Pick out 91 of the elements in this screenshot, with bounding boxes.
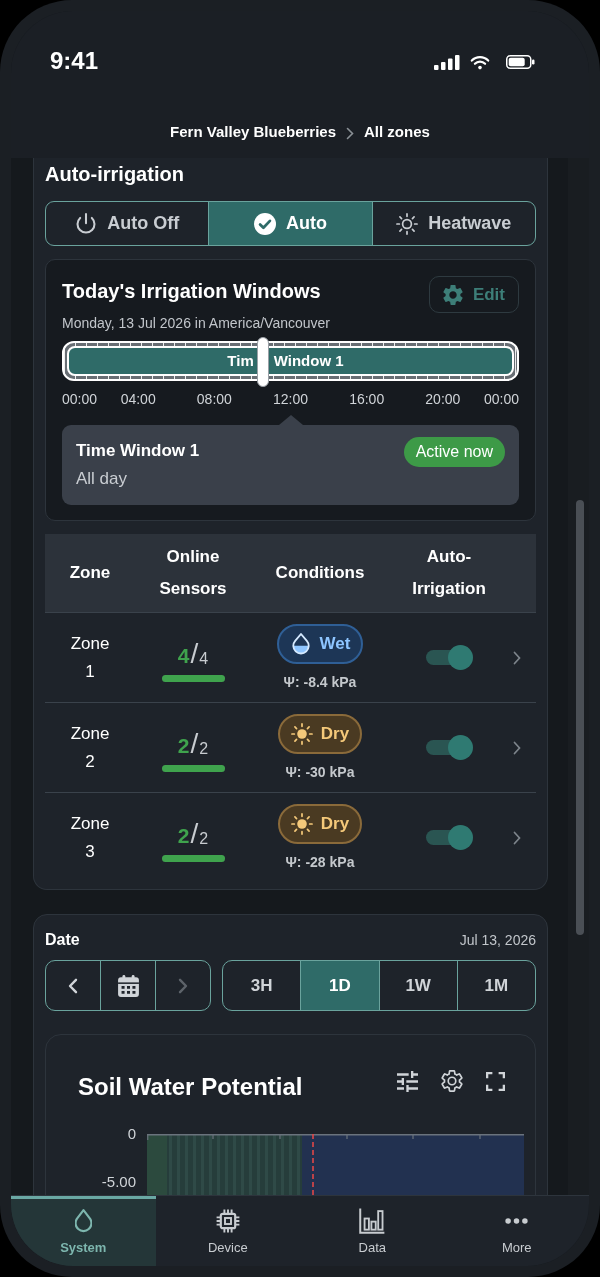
settings-icon[interactable] bbox=[441, 1070, 463, 1092]
mode-tab[interactable]: Auto Off bbox=[46, 202, 209, 245]
range-tab[interactable]: 1W bbox=[378, 961, 457, 1010]
nav-tab[interactable]: Device bbox=[155, 1196, 300, 1266]
scrollbar-thumb[interactable] bbox=[576, 500, 584, 935]
time-tick-label: 04:00 bbox=[120, 390, 156, 409]
wifi-icon bbox=[470, 54, 490, 70]
water-potential: Ψ: -30 kPa bbox=[285, 762, 355, 782]
zone-name: Zone 2 bbox=[69, 722, 111, 773]
nav-tab[interactable]: System bbox=[11, 1196, 156, 1266]
range-tab[interactable]: 1D bbox=[300, 961, 379, 1010]
condition-label: Wet bbox=[319, 632, 351, 655]
axis-label: -5.00 bbox=[101, 1173, 136, 1191]
count-separator: / bbox=[190, 819, 199, 849]
online-count: 2 bbox=[177, 823, 190, 849]
edit-button[interactable]: Edit bbox=[428, 276, 519, 313]
power-icon bbox=[75, 212, 98, 235]
axis-label: 0 bbox=[127, 1125, 136, 1143]
zone-name: Zone 1 bbox=[69, 632, 111, 683]
column-header: Zone bbox=[69, 562, 111, 584]
zone-name: Zone 3 bbox=[69, 812, 111, 863]
chevron-left-icon bbox=[68, 977, 78, 994]
water-drop-icon bbox=[74, 1209, 92, 1233]
column-header: Online Sensors bbox=[158, 546, 228, 600]
time-window-label: Tim bbox=[227, 351, 254, 371]
more-icon bbox=[505, 1218, 529, 1224]
sun-icon bbox=[290, 812, 313, 835]
condition-label: Dry bbox=[320, 722, 350, 745]
breadcrumb-current: All zones bbox=[364, 122, 430, 142]
time-tick-label: 20:00 bbox=[425, 390, 461, 409]
water-potential: Ψ: -8.4 kPa bbox=[283, 672, 357, 692]
time-tick-label: 12:00 bbox=[273, 390, 308, 409]
range-tab[interactable]: 1M bbox=[456, 961, 535, 1010]
time-tick-label: 00:00 bbox=[483, 390, 519, 409]
chevron-right-icon bbox=[346, 127, 355, 140]
count-separator: / bbox=[190, 729, 199, 759]
condition-label: Dry bbox=[320, 812, 350, 835]
chart-title: Soil Water Potential bbox=[78, 1072, 303, 1102]
mode-tab[interactable]: Heatwave bbox=[371, 202, 535, 245]
date-subtitle: Monday, 13 Jul 2026 in America/Vancouver bbox=[62, 314, 331, 333]
column-header: Conditions bbox=[275, 562, 365, 584]
nav-tab[interactable]: Data bbox=[300, 1196, 445, 1266]
toggle-switch[interactable] bbox=[425, 645, 473, 670]
popover-title: Time Window 1 bbox=[76, 440, 200, 462]
water-drop-icon bbox=[289, 632, 312, 655]
sensor-progress-bar bbox=[161, 855, 225, 862]
bar-chart-icon bbox=[359, 1208, 386, 1234]
status-badge: Active now bbox=[403, 437, 505, 467]
time-tick-label: 00:00 bbox=[62, 390, 98, 409]
signal-icon bbox=[434, 54, 460, 70]
water-potential: Ψ: -28 kPa bbox=[285, 852, 355, 872]
time-tick-label: 08:00 bbox=[196, 390, 232, 409]
card-title: Today's Irrigation Windows bbox=[62, 279, 321, 304]
count-separator: / bbox=[190, 639, 199, 669]
chevron-right-icon[interactable] bbox=[513, 830, 521, 845]
total-count: 2 bbox=[199, 829, 209, 849]
toggle-switch[interactable] bbox=[425, 825, 473, 850]
chip-icon bbox=[215, 1209, 240, 1233]
sensor-progress-bar bbox=[161, 675, 225, 682]
sun-icon bbox=[290, 722, 313, 745]
chevron-right-icon[interactable] bbox=[513, 740, 521, 755]
time-window-label: Window 1 bbox=[273, 351, 344, 371]
selected-date: Jul 13, 2026 bbox=[459, 931, 536, 950]
check-circle-icon bbox=[254, 212, 276, 235]
mode-tab[interactable]: Auto bbox=[208, 202, 372, 245]
nav-tab[interactable]: More bbox=[444, 1196, 589, 1266]
chevron-right-icon bbox=[178, 977, 188, 994]
current-time-line bbox=[312, 1134, 314, 1195]
section-title: Auto-irrigation bbox=[45, 162, 185, 186]
toggle-switch[interactable] bbox=[425, 735, 473, 760]
sensor-progress-bar bbox=[161, 765, 225, 772]
calendar-icon bbox=[117, 974, 139, 997]
online-count: 2 bbox=[177, 733, 190, 759]
online-count: 4 bbox=[177, 643, 190, 669]
total-count: 4 bbox=[199, 649, 209, 669]
battery-icon bbox=[506, 55, 535, 69]
gear-icon bbox=[442, 284, 463, 305]
column-header: Auto-Irrigation bbox=[411, 546, 487, 600]
fullscreen-icon[interactable] bbox=[486, 1071, 505, 1091]
status-time: 9:41 bbox=[50, 47, 99, 75]
popover-subtitle: All day bbox=[76, 468, 129, 490]
section-title: Date bbox=[45, 930, 80, 950]
sun-icon bbox=[396, 212, 419, 235]
total-count: 2 bbox=[199, 739, 209, 759]
sliders-icon[interactable] bbox=[397, 1070, 418, 1092]
breadcrumb-link[interactable]: Fern Valley Blueberries bbox=[170, 122, 337, 142]
time-tick-label: 16:00 bbox=[349, 390, 385, 409]
chevron-right-icon[interactable] bbox=[513, 650, 521, 665]
time-window-bar[interactable]: Tim Window 1 bbox=[67, 346, 514, 376]
range-tab[interactable]: 3H bbox=[223, 961, 301, 1010]
time-marker-handle[interactable] bbox=[257, 337, 270, 387]
